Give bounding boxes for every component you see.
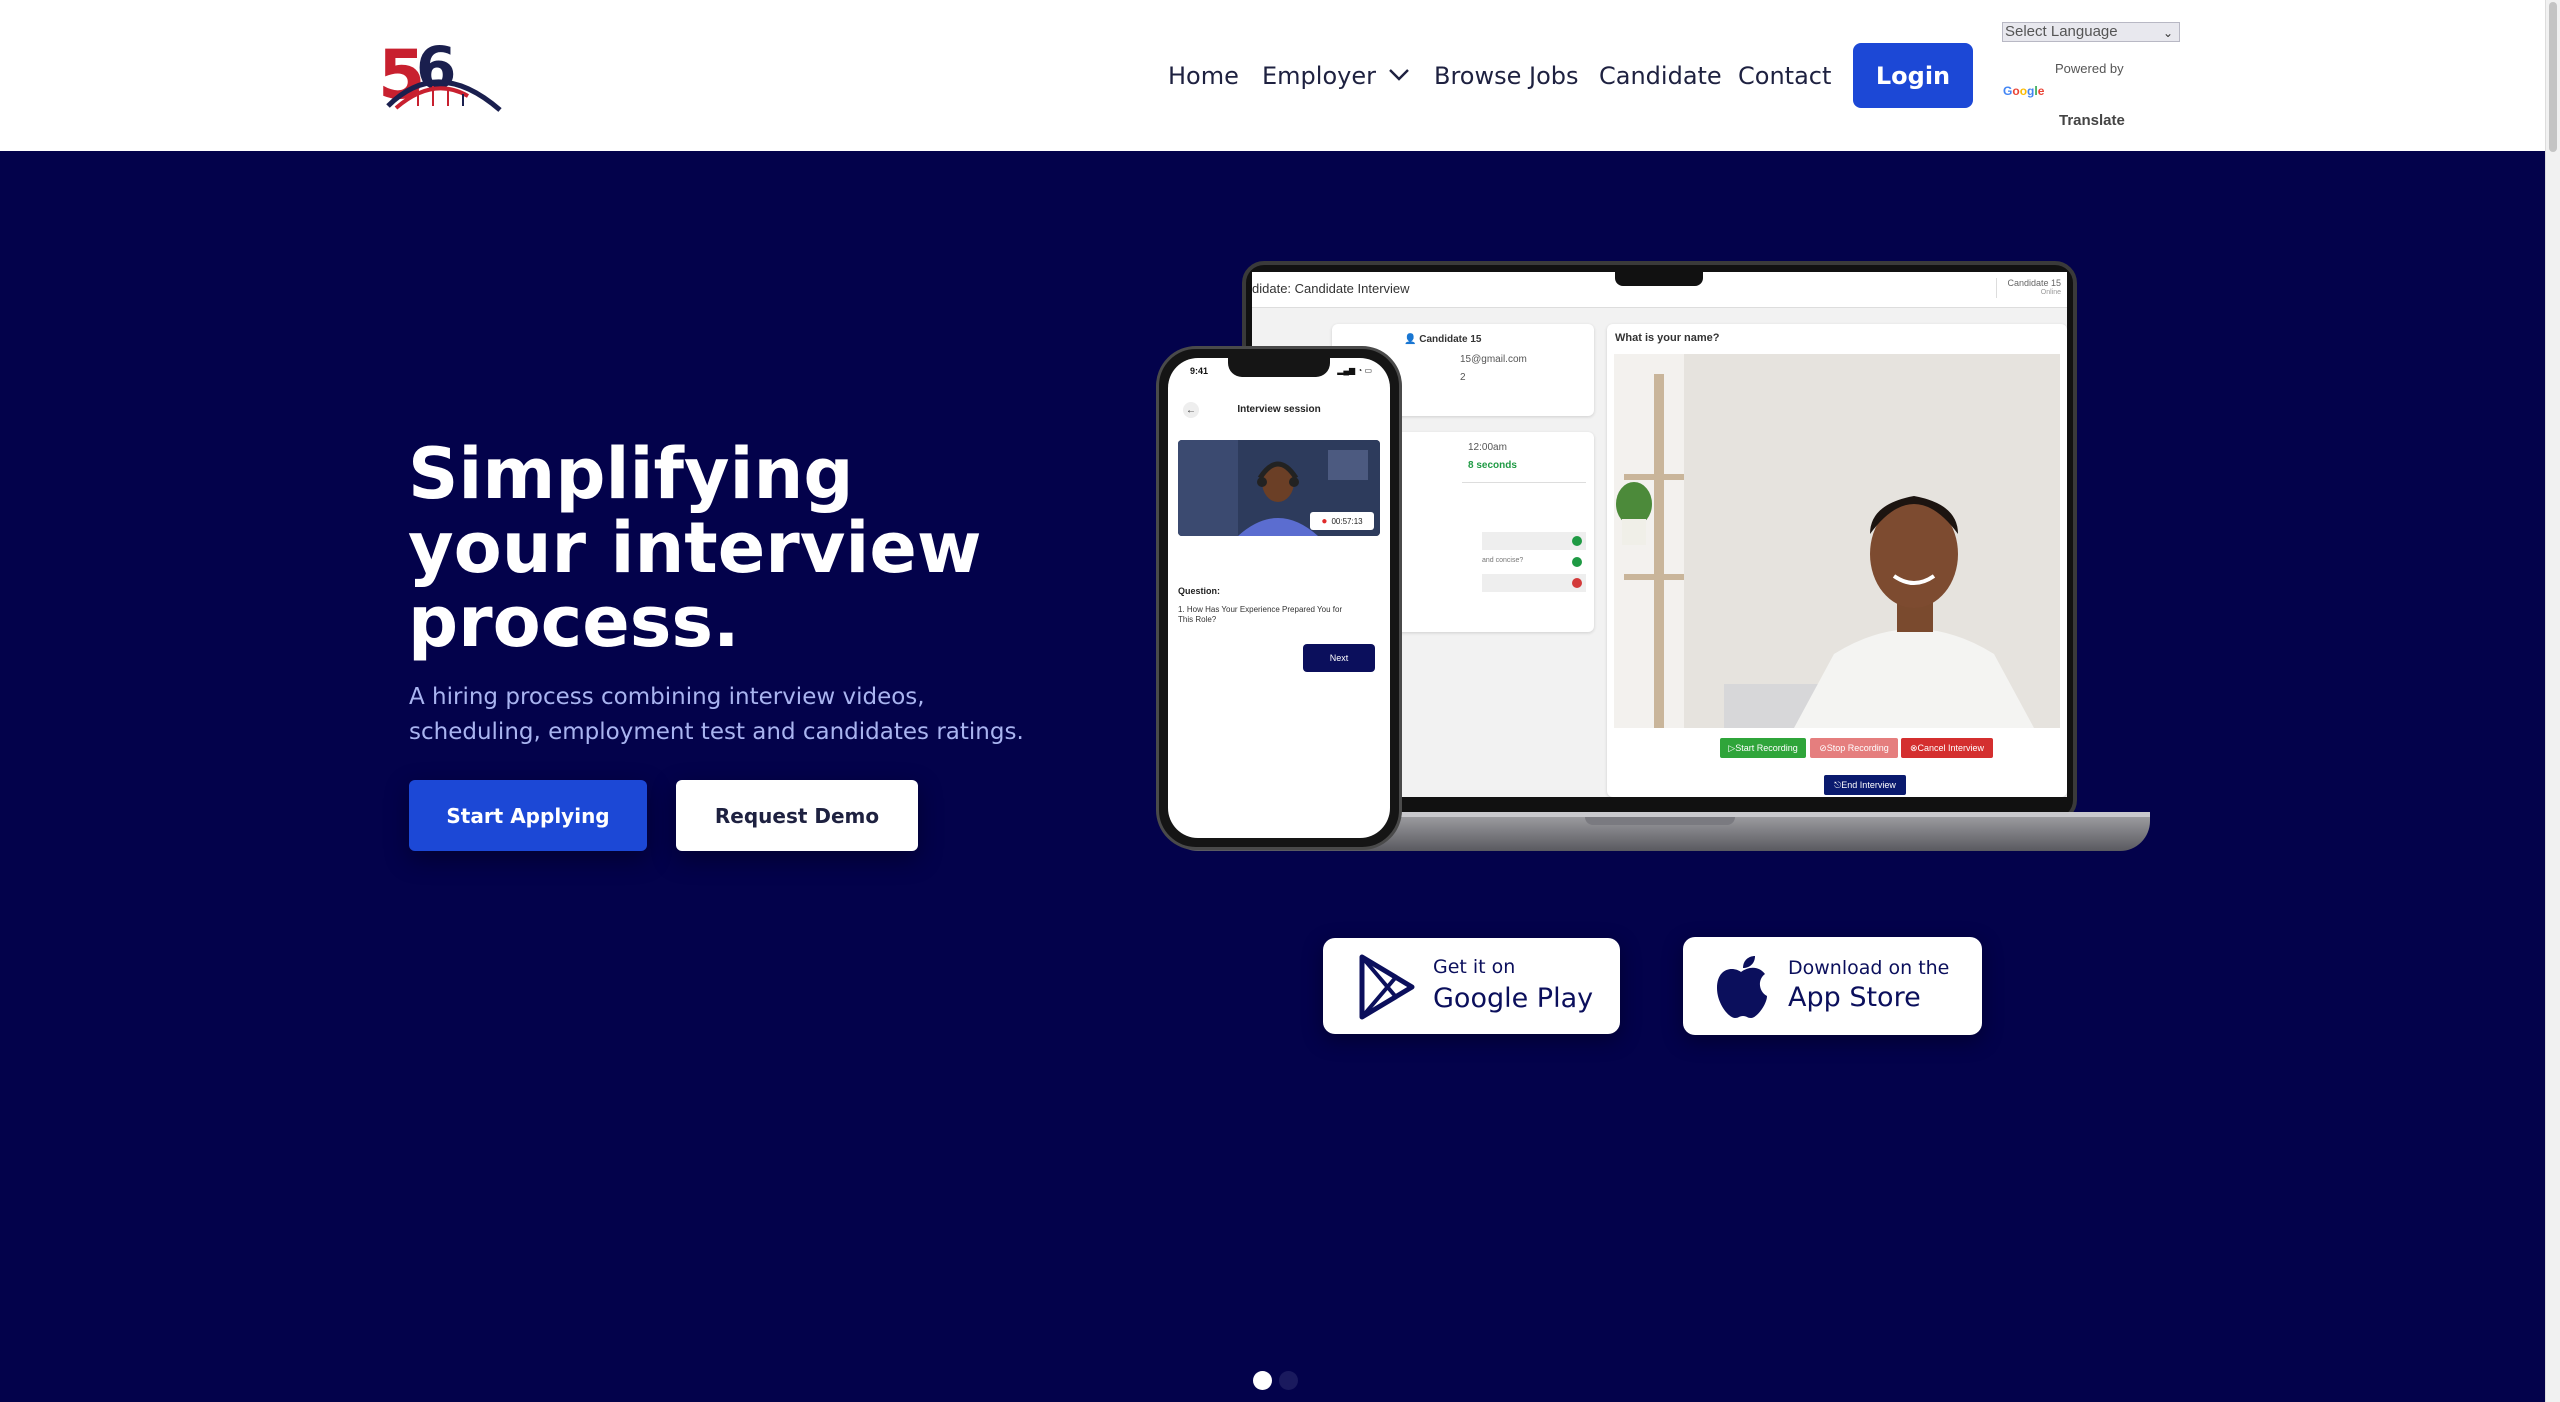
- question-fragment: and concise?: [1482, 557, 1524, 564]
- phone-notch: [1228, 357, 1330, 377]
- screen-candidate-status: Candidate 15 Online: [1996, 278, 2061, 298]
- user-icon: 👤: [1404, 334, 1420, 345]
- app-store-small: Download on the: [1788, 957, 1950, 979]
- language-select-value: Select Language: [2005, 23, 2118, 40]
- nav-candidate[interactable]: Candidate: [1599, 62, 1722, 90]
- app-store-big: App Store: [1788, 982, 1921, 1013]
- schedule-duration: 8 seconds: [1468, 460, 1517, 471]
- hero-title: Simplifying your interview process.: [408, 433, 982, 663]
- scrollbar-thumb[interactable]: [2549, 2, 2557, 152]
- nav-contact[interactable]: Contact: [1738, 62, 1831, 90]
- google-play-big: Google Play: [1433, 983, 1594, 1014]
- cancel-icon: ⊗: [1909, 742, 1918, 753]
- interview-question: What is your name?: [1615, 332, 1720, 344]
- apple-icon: [1717, 956, 1767, 1018]
- phone-video: ● 00:57:13: [1178, 440, 1380, 536]
- schedule-time: 12:00am: [1468, 442, 1507, 453]
- question-text: 1. How Has Your Experience Prepared You …: [1178, 605, 1343, 624]
- status-dot-green: [1572, 557, 1582, 567]
- question-label: Question:: [1178, 586, 1220, 596]
- powered-by-label: Powered by: [2055, 61, 2124, 76]
- next-button[interactable]: Next: [1303, 644, 1375, 672]
- google-play-small: Get it on: [1433, 956, 1516, 978]
- exit-icon: ⎋: [1834, 779, 1842, 790]
- login-button[interactable]: Login: [1853, 43, 1973, 108]
- chevron-down-icon: ⌄: [2162, 26, 2173, 40]
- phone-screen: 9:41 ▂▄▆ ◔ ▭ ← Interview session ● 00:57:…: [1168, 358, 1390, 838]
- stop-recording-button[interactable]: ⊘ Stop Recording: [1810, 738, 1898, 758]
- screen-candidate-online: Online: [2040, 289, 2061, 296]
- end-interview-label: End Interview: [1841, 780, 1896, 790]
- site-header: 5 6 Home Employer Browse Jobs Candidate …: [0, 0, 2560, 151]
- hero-subtitle: A hiring process combining interview vid…: [409, 684, 1024, 745]
- language-select[interactable]: Select Language ⌄: [2002, 22, 2180, 42]
- cancel-interview-label: Cancel Interview: [1917, 743, 1985, 753]
- nav-browse-jobs[interactable]: Browse Jobs: [1434, 62, 1579, 90]
- chevron-down-icon: [1389, 69, 1409, 81]
- laptop-groove: [1585, 817, 1735, 825]
- stop-icon: ⊘: [1819, 742, 1827, 753]
- brand-logo[interactable]: 5 6: [378, 36, 504, 114]
- timer-value: 00:57:13: [1331, 516, 1363, 526]
- cancel-interview-button[interactable]: ⊗ Cancel Interview: [1901, 738, 1993, 758]
- google-logo: Google: [2003, 84, 2045, 98]
- status-dot-red: [1572, 578, 1582, 588]
- screen-candidate-name: Candidate 15: [2007, 278, 2061, 288]
- candidate-email: 15@gmail.com: [1460, 354, 1527, 365]
- signal-wifi-battery-icon: ▂▄▆ ◔ ▭: [1337, 366, 1372, 375]
- candidate-video: [1614, 354, 2060, 728]
- google-play-badge[interactable]: Get it on Google Play: [1323, 938, 1620, 1034]
- app-store-badge[interactable]: Download on the App Store: [1683, 937, 1982, 1035]
- status-dot-green: [1572, 536, 1582, 546]
- phone-clock: 9:41: [1190, 366, 1209, 376]
- candidate-photo: [1614, 354, 2060, 728]
- start-recording-button[interactable]: ▷ Start Recording: [1720, 738, 1806, 758]
- record-icon: ●: [1321, 515, 1328, 527]
- play-icon: ▷: [1728, 742, 1736, 753]
- start-applying-button[interactable]: Start Applying: [409, 780, 647, 851]
- camera-notch: [1615, 268, 1703, 286]
- candidate-name-text: Candidate 15: [1419, 334, 1482, 345]
- nav-employer[interactable]: Employer: [1262, 62, 1410, 90]
- screen-title: didate: Candidate Interview: [1252, 281, 1410, 296]
- scrollbar-track[interactable]: [2545, 0, 2560, 1402]
- recording-timer: ● 00:57:13: [1310, 512, 1374, 530]
- end-interview-button[interactable]: ⎋ End Interview: [1824, 775, 1906, 795]
- nav-employer-label: Employer: [1262, 62, 1376, 90]
- request-demo-button[interactable]: Request Demo: [676, 780, 918, 851]
- google-play-icon: [1359, 954, 1415, 1020]
- phone-title: Interview session: [1237, 404, 1321, 415]
- stop-recording-label: Stop Recording: [1826, 743, 1889, 753]
- candidate-name: 👤 Candidate 15: [1404, 334, 1481, 345]
- nav-home[interactable]: Home: [1168, 62, 1239, 90]
- carousel-dot[interactable]: [1279, 1371, 1298, 1390]
- carousel-dot-active[interactable]: [1253, 1371, 1272, 1390]
- candidate-phone: 2: [1460, 372, 1466, 383]
- start-recording-label: Start Recording: [1735, 743, 1798, 753]
- translate-link[interactable]: Translate: [2059, 112, 2125, 129]
